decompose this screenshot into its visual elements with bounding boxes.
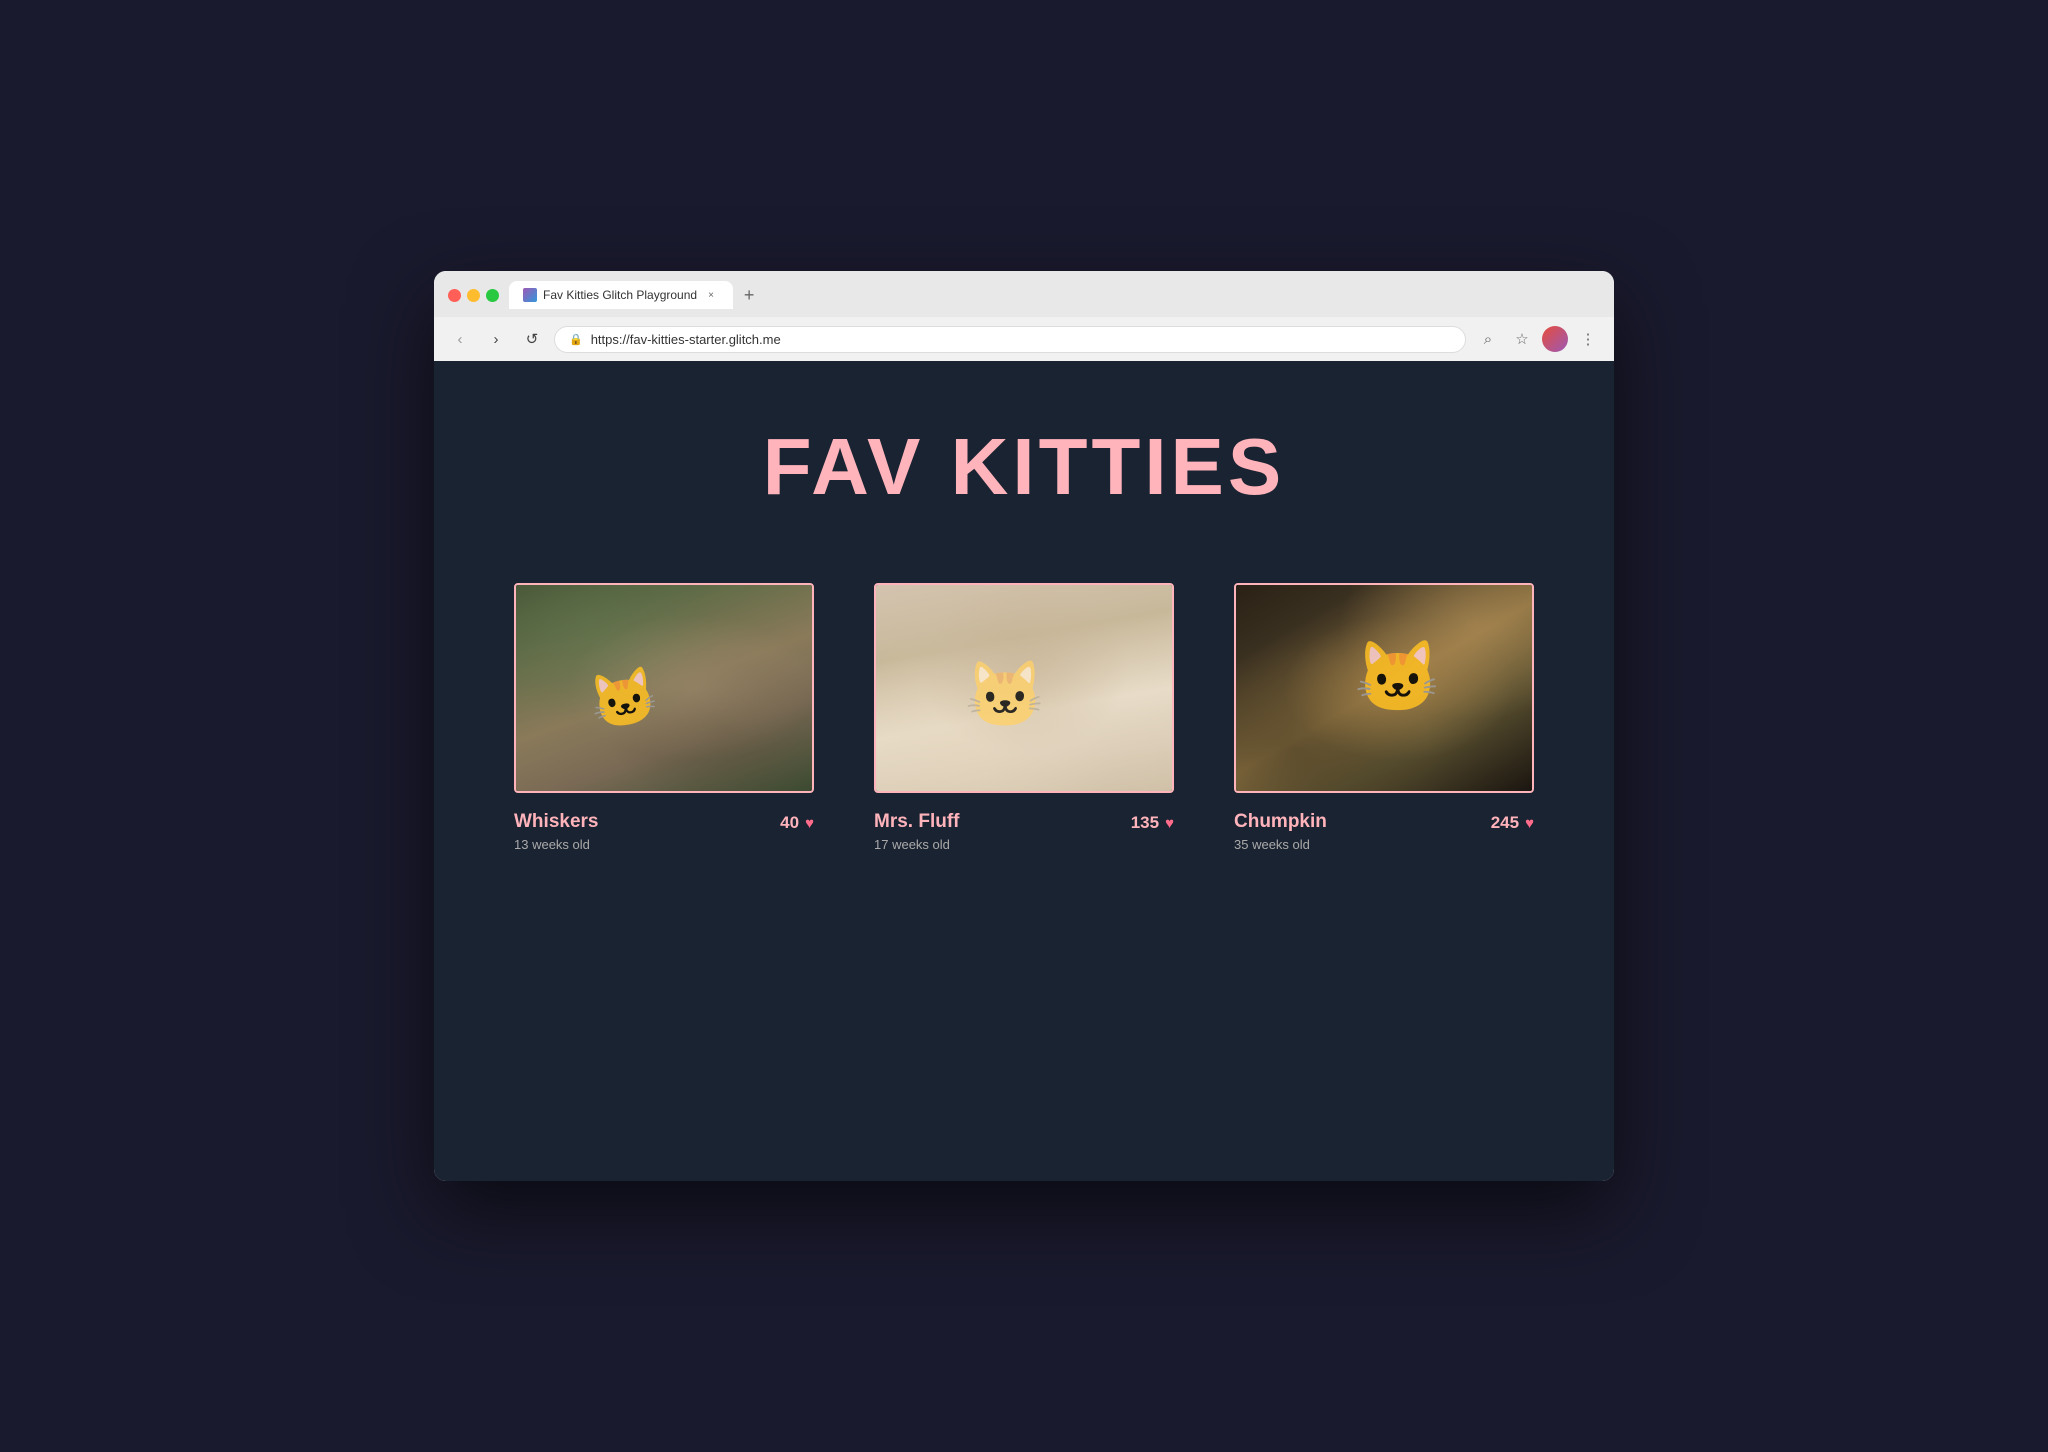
vote-count-chumpkin: 245	[1491, 813, 1519, 833]
address-bar[interactable]: 🔒 https://fav-kitties-starter.glitch.me	[554, 326, 1466, 353]
kitty-photo-whiskers	[516, 585, 812, 791]
kitty-votes-chumpkin[interactable]: 245 ♥	[1491, 813, 1534, 833]
kitty-image-fluff[interactable]	[874, 583, 1174, 793]
traffic-light-green[interactable]	[486, 289, 499, 302]
tab-bar: Fav Kitties Glitch Playground × +	[509, 281, 1600, 309]
page-content: FAV KITTIES Whiskers 13 weeks old 40 ♥	[434, 361, 1614, 1181]
kitty-card-whiskers: Whiskers 13 weeks old 40 ♥	[514, 583, 814, 852]
kitty-age-label-chumpkin: 35 weeks old	[1234, 837, 1327, 852]
kitty-votes-whiskers[interactable]: 40 ♥	[780, 813, 814, 833]
kitty-name-age-chumpkin: Chumpkin 35 weeks old	[1234, 811, 1327, 852]
kitty-info-chumpkin: Chumpkin 35 weeks old 245 ♥	[1234, 811, 1534, 852]
traffic-lights	[448, 289, 499, 302]
kitty-image-chumpkin[interactable]	[1234, 583, 1534, 793]
kitty-card-chumpkin: Chumpkin 35 weeks old 245 ♥	[1234, 583, 1534, 852]
url-text: https://fav-kitties-starter.glitch.me	[591, 332, 781, 347]
kitties-grid: Whiskers 13 weeks old 40 ♥ Mrs. Fluff	[514, 583, 1534, 852]
kitty-info-whiskers: Whiskers 13 weeks old 40 ♥	[514, 811, 814, 852]
new-tab-button[interactable]: +	[735, 281, 763, 309]
heart-icon-whiskers: ♥	[805, 815, 814, 832]
kitty-photo-fluff	[876, 585, 1172, 791]
menu-icon[interactable]: ⋮	[1574, 325, 1602, 353]
kitty-photo-chumpkin	[1236, 585, 1532, 791]
kitty-card-fluff: Mrs. Fluff 17 weeks old 135 ♥	[874, 583, 1174, 852]
kitty-name-label-chumpkin: Chumpkin	[1234, 811, 1327, 833]
refresh-button[interactable]: ↺	[518, 325, 546, 353]
page-title: FAV KITTIES	[763, 421, 1286, 513]
kitty-name-label-whiskers: Whiskers	[514, 811, 598, 833]
back-button[interactable]: ‹	[446, 325, 474, 353]
browser-titlebar: Fav Kitties Glitch Playground × +	[434, 271, 1614, 317]
browser-toolbar: ‹ › ↺ 🔒 https://fav-kitties-starter.glit…	[434, 317, 1614, 361]
kitty-votes-fluff[interactable]: 135 ♥	[1131, 813, 1174, 833]
kitty-name-age-whiskers: Whiskers 13 weeks old	[514, 811, 598, 852]
lock-icon: 🔒	[569, 333, 583, 346]
tab-close-button[interactable]: ×	[703, 287, 719, 303]
heart-icon-chumpkin: ♥	[1525, 815, 1534, 832]
traffic-light-red[interactable]	[448, 289, 461, 302]
kitty-name-age-fluff: Mrs. Fluff 17 weeks old	[874, 811, 960, 852]
tab-favicon	[523, 288, 537, 302]
vote-count-whiskers: 40	[780, 813, 799, 833]
active-tab[interactable]: Fav Kitties Glitch Playground ×	[509, 281, 733, 309]
kitty-image-whiskers[interactable]	[514, 583, 814, 793]
search-icon[interactable]: ⌕	[1474, 325, 1502, 353]
kitty-age-label-fluff: 17 weeks old	[874, 837, 960, 852]
tab-title: Fav Kitties Glitch Playground	[543, 288, 697, 302]
heart-icon-fluff: ♥	[1165, 815, 1174, 832]
bookmark-icon[interactable]: ☆	[1508, 325, 1536, 353]
toolbar-right: ⌕ ☆ ⋮	[1474, 325, 1602, 353]
kitty-age-label-whiskers: 13 weeks old	[514, 837, 598, 852]
profile-avatar[interactable]	[1542, 326, 1568, 352]
forward-button[interactable]: ›	[482, 325, 510, 353]
kitty-info-fluff: Mrs. Fluff 17 weeks old 135 ♥	[874, 811, 1174, 852]
browser-window: Fav Kitties Glitch Playground × + ‹ › ↺ …	[434, 271, 1614, 1181]
kitty-name-label-fluff: Mrs. Fluff	[874, 811, 960, 833]
vote-count-fluff: 135	[1131, 813, 1159, 833]
traffic-light-yellow[interactable]	[467, 289, 480, 302]
